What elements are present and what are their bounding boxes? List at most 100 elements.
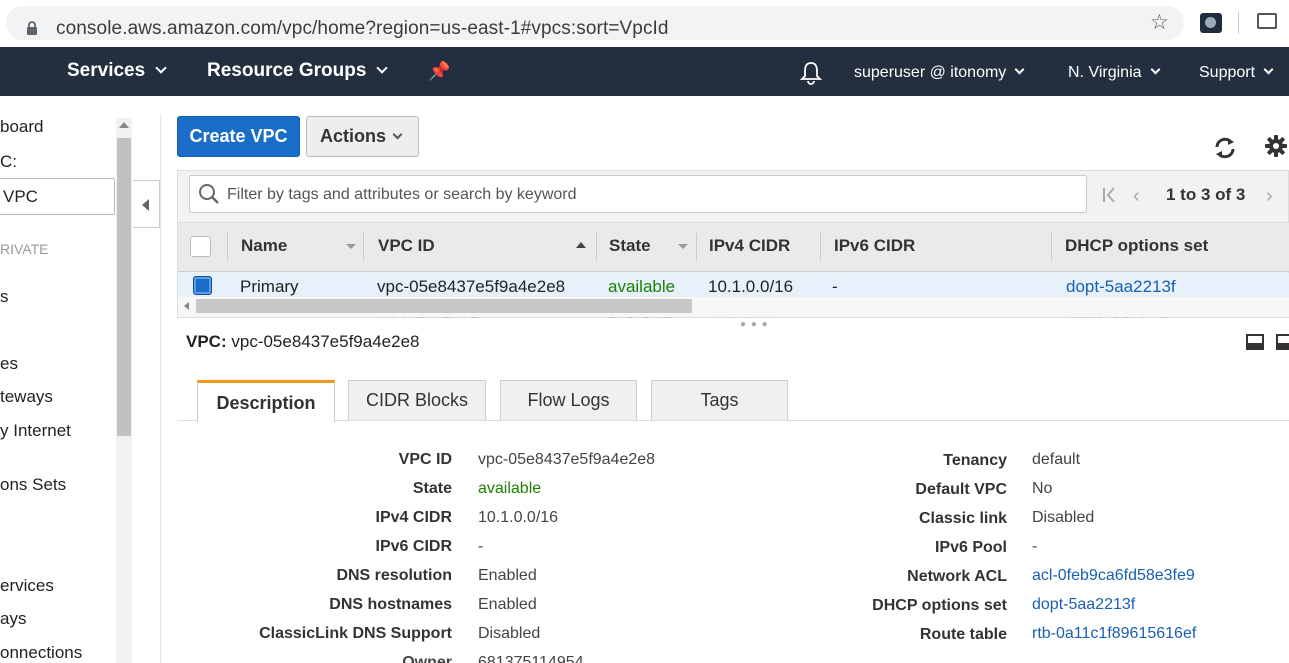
url-text[interactable]: console.aws.amazon.com/vpc/home?region=u… xyxy=(56,18,669,40)
create-vpc-button[interactable]: Create VPC xyxy=(177,116,300,157)
sidebar-item-vpcs[interactable]: s xyxy=(0,287,9,307)
field-value: 10.1.0.0/16 xyxy=(478,509,559,526)
pin-icon[interactable]: 📌 xyxy=(428,61,450,82)
gear-icon[interactable] xyxy=(1264,134,1288,158)
sort-down-icon[interactable] xyxy=(678,244,688,249)
previous-page-icon[interactable]: ‹ xyxy=(1133,185,1140,208)
route-table-link[interactable]: rtb-0a11c1f89615616ef xyxy=(1032,625,1196,643)
services-menu[interactable]: Services xyxy=(67,60,167,82)
sidebar-item-egress-gateways[interactable]: y Internet xyxy=(0,421,71,441)
support-label: Support xyxy=(1199,64,1256,81)
filter-search-input[interactable]: Filter by tags and attributes or search … xyxy=(189,175,1087,213)
field-label: IPv6 CIDR xyxy=(375,538,452,555)
chevron-down-icon xyxy=(392,129,403,140)
scroll-left-arrow-icon[interactable] xyxy=(184,302,189,310)
tab-cidr-blocks[interactable]: CIDR Blocks xyxy=(348,380,486,420)
cell-state: available xyxy=(608,277,676,296)
column-separator xyxy=(363,233,364,261)
select-all-checkbox[interactable] xyxy=(190,236,211,257)
actions-label: Actions xyxy=(320,126,387,146)
sort-up-icon[interactable] xyxy=(576,242,586,248)
sidebar-scroll-thumb[interactable] xyxy=(117,138,131,436)
field-label: DHCP options set xyxy=(872,597,1007,614)
bookmark-star-icon[interactable]: ☆ xyxy=(1150,10,1169,35)
field-label: IPv6 Pool xyxy=(934,539,1007,556)
browser-toolbar: console.aws.amazon.com/vpc/home?region=u… xyxy=(0,0,1289,47)
collapse-sidebar-button[interactable] xyxy=(133,180,160,228)
tab-description[interactable]: Description xyxy=(197,380,335,422)
panel-divider xyxy=(160,114,161,663)
field-label: ClassicLink DNS Support xyxy=(259,625,452,642)
sidebar-item-route-tables[interactable]: es xyxy=(0,354,18,374)
field-value: No xyxy=(1032,480,1053,497)
field-value: 681375114954 xyxy=(478,654,584,663)
cell-ipv4-cidr: 10.1.0.0/16 xyxy=(708,277,794,296)
account-menu[interactable]: superuser @ itonomy xyxy=(854,64,1025,82)
column-header-ipv4-cidr[interactable]: IPv4 CIDR xyxy=(709,236,790,256)
sidebar-item-internet-gateways[interactable]: teways xyxy=(0,387,53,407)
region-menu[interactable]: N. Virginia xyxy=(1068,64,1160,82)
column-separator xyxy=(696,233,697,261)
vpc-filter-value: VPC xyxy=(3,187,38,206)
vpc-filter-select[interactable]: VPC xyxy=(0,178,115,215)
field-label: State xyxy=(412,480,452,497)
maximize-panel-icon[interactable] xyxy=(1276,334,1289,350)
resize-handle-icon[interactable]: ● ● ● xyxy=(740,319,769,330)
dhcp-options-link[interactable]: dopt-5aa2213f xyxy=(1032,596,1135,614)
field-value-state: available xyxy=(478,480,542,497)
column-header-vpc-id[interactable]: VPC ID xyxy=(378,236,435,256)
field-label: DNS resolution xyxy=(336,567,452,584)
cell-vpc-id: vpc-05e8437e5f9a4e2e8 xyxy=(377,277,566,296)
sidebar-filter-label: C: xyxy=(0,152,17,171)
toolbar-divider xyxy=(1238,12,1239,34)
chevron-down-icon xyxy=(155,62,167,74)
column-header-ipv6-cidr[interactable]: IPv6 CIDR xyxy=(834,236,915,256)
lock-icon xyxy=(27,21,37,35)
column-header-name[interactable]: Name xyxy=(241,236,287,256)
pagination-text: 1 to 3 of 3 xyxy=(1166,185,1246,204)
detail-title: VPC: vpc-05e8437e5f9a4e2e8 xyxy=(186,332,419,352)
sidebar-item-peering-connections[interactable]: onnections xyxy=(0,643,82,663)
network-acl-link[interactable]: acl-0feb9ca6fd58e3fe9 xyxy=(1032,567,1195,585)
bell-icon[interactable] xyxy=(800,61,822,85)
field-label: VPC ID xyxy=(398,451,452,468)
resource-groups-menu[interactable]: Resource Groups xyxy=(207,60,389,82)
address-bar[interactable]: console.aws.amazon.com/vpc/home?region=u… xyxy=(6,6,1184,40)
next-page-icon[interactable]: › xyxy=(1266,185,1273,208)
sidebar-item-dashboard[interactable]: board xyxy=(0,117,43,137)
column-separator xyxy=(596,233,597,261)
column-separator xyxy=(1051,233,1052,261)
scroll-up-arrow-icon[interactable] xyxy=(119,122,129,128)
column-header-state[interactable]: State xyxy=(609,236,651,256)
tab-flow-logs[interactable]: Flow Logs xyxy=(500,380,637,420)
resource-groups-label: Resource Groups xyxy=(207,60,367,81)
support-menu[interactable]: Support xyxy=(1199,64,1274,82)
row-checkbox[interactable] xyxy=(193,276,212,295)
table-scroll-thumb[interactable] xyxy=(196,299,692,313)
sidebar-section-private: RIVATE xyxy=(0,241,49,257)
column-header-dhcp-options-set[interactable]: DHCP options set xyxy=(1065,236,1208,256)
field-value: Disabled xyxy=(478,625,541,642)
first-page-icon[interactable] xyxy=(1101,185,1117,205)
sidebar-item-dhcp-options[interactable]: ons Sets xyxy=(0,475,66,495)
dock-bottom-icon[interactable] xyxy=(1246,334,1264,350)
aws-top-nav: Services Resource Groups 📌 superuser @ i… xyxy=(0,47,1289,96)
sidebar-item-nat-gateways[interactable]: ays xyxy=(0,609,26,629)
tab-tags[interactable]: Tags xyxy=(651,380,788,420)
region-label: N. Virginia xyxy=(1068,64,1142,81)
cast-icon[interactable] xyxy=(1257,13,1277,29)
extension-icon[interactable] xyxy=(1200,13,1222,33)
cell-dhcp-options-link[interactable]: dopt-5aa2213f xyxy=(1066,277,1176,297)
sort-down-icon[interactable] xyxy=(346,244,356,249)
actions-dropdown-button[interactable]: Actions xyxy=(306,116,419,157)
left-sidebar: board C: VPC RIVATE s es teways y Intern… xyxy=(0,96,131,663)
filter-placeholder: Filter by tags and attributes or search … xyxy=(227,186,577,203)
cell-ipv6-cidr: - xyxy=(832,277,838,296)
refresh-icon[interactable] xyxy=(1212,135,1238,161)
field-label: DNS hostnames xyxy=(329,596,452,613)
detail-title-vpc-id: vpc-05e8437e5f9a4e2e8 xyxy=(231,332,420,351)
field-label: Classic link xyxy=(918,510,1007,527)
field-label: IPv4 CIDR xyxy=(375,509,452,526)
chevron-down-icon xyxy=(1014,64,1025,75)
sidebar-item-endpoint-services[interactable]: ervices xyxy=(0,576,54,596)
